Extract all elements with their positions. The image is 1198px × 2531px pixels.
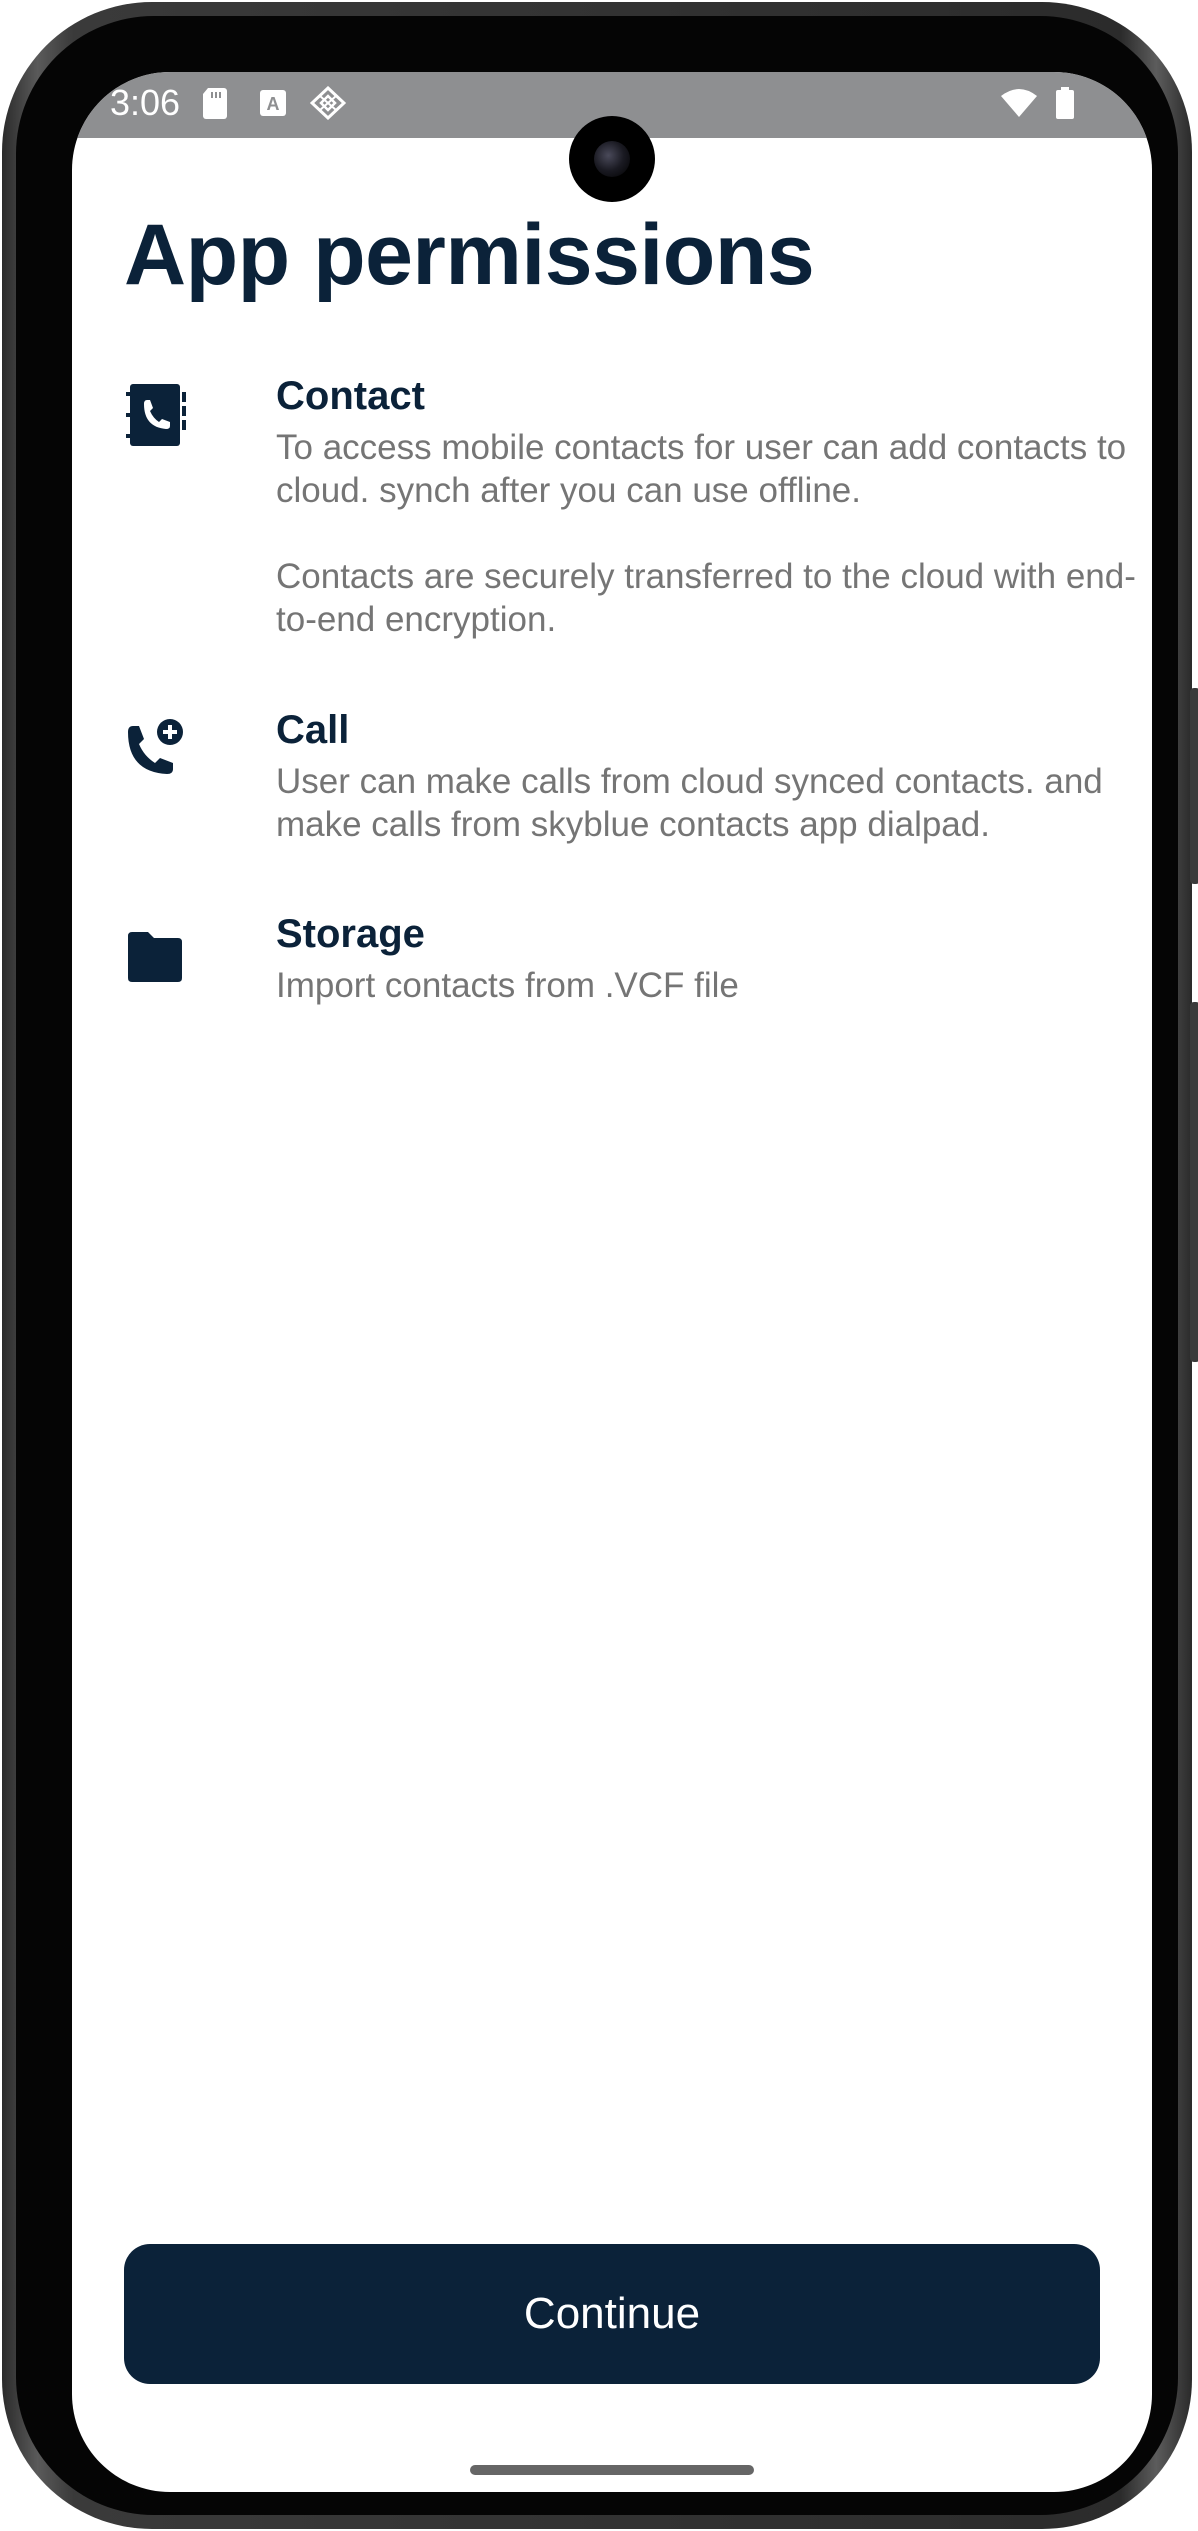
diamond-grid-icon — [310, 86, 346, 120]
page-title: App permissions — [124, 207, 815, 303]
permission-title: Call — [276, 708, 350, 752]
battery-icon — [1056, 87, 1074, 119]
permission-text-contact: Contact To access mobile contacts for us… — [276, 372, 1152, 641]
front-camera — [569, 116, 655, 202]
permission-description: User can make calls from cloud synced co… — [276, 762, 1103, 844]
permission-description: To access mobile contacts for user can a… — [276, 428, 1127, 510]
wifi-icon — [1001, 89, 1037, 117]
home-indicator[interactable] — [470, 2465, 754, 2475]
folder-icon — [128, 932, 182, 982]
device-frame: 3:06 A App permissions Contact To access… — [0, 0, 1198, 2531]
permission-description: Import contacts from .VCF file — [276, 966, 739, 1005]
phone-add-icon — [128, 719, 183, 774]
contact-book-icon — [126, 384, 186, 446]
continue-button[interactable]: Continue — [124, 2244, 1100, 2384]
screen: 3:06 A App permissions Contact To access… — [72, 72, 1152, 2492]
permission-title: Contact — [276, 374, 425, 418]
permission-title: Storage — [276, 912, 425, 956]
status-time: 3:06 — [110, 82, 181, 123]
phone-bezel: 3:06 A App permissions Contact To access… — [2, 2, 1198, 2529]
permission-note: Contacts are securely transferred to the… — [276, 557, 1136, 639]
phone-body: 3:06 A App permissions Contact To access… — [16, 16, 1178, 2515]
power-button — [1190, 1002, 1198, 1362]
volume-button — [1190, 688, 1198, 884]
permission-text-call: Call User can make calls from cloud sync… — [276, 706, 1152, 846]
sd-card-icon — [203, 88, 227, 119]
keyboard-a-icon: A — [260, 90, 286, 116]
svg-text:A: A — [267, 94, 280, 114]
permission-text-storage: Storage Import contacts from .VCF file — [276, 910, 1152, 1007]
